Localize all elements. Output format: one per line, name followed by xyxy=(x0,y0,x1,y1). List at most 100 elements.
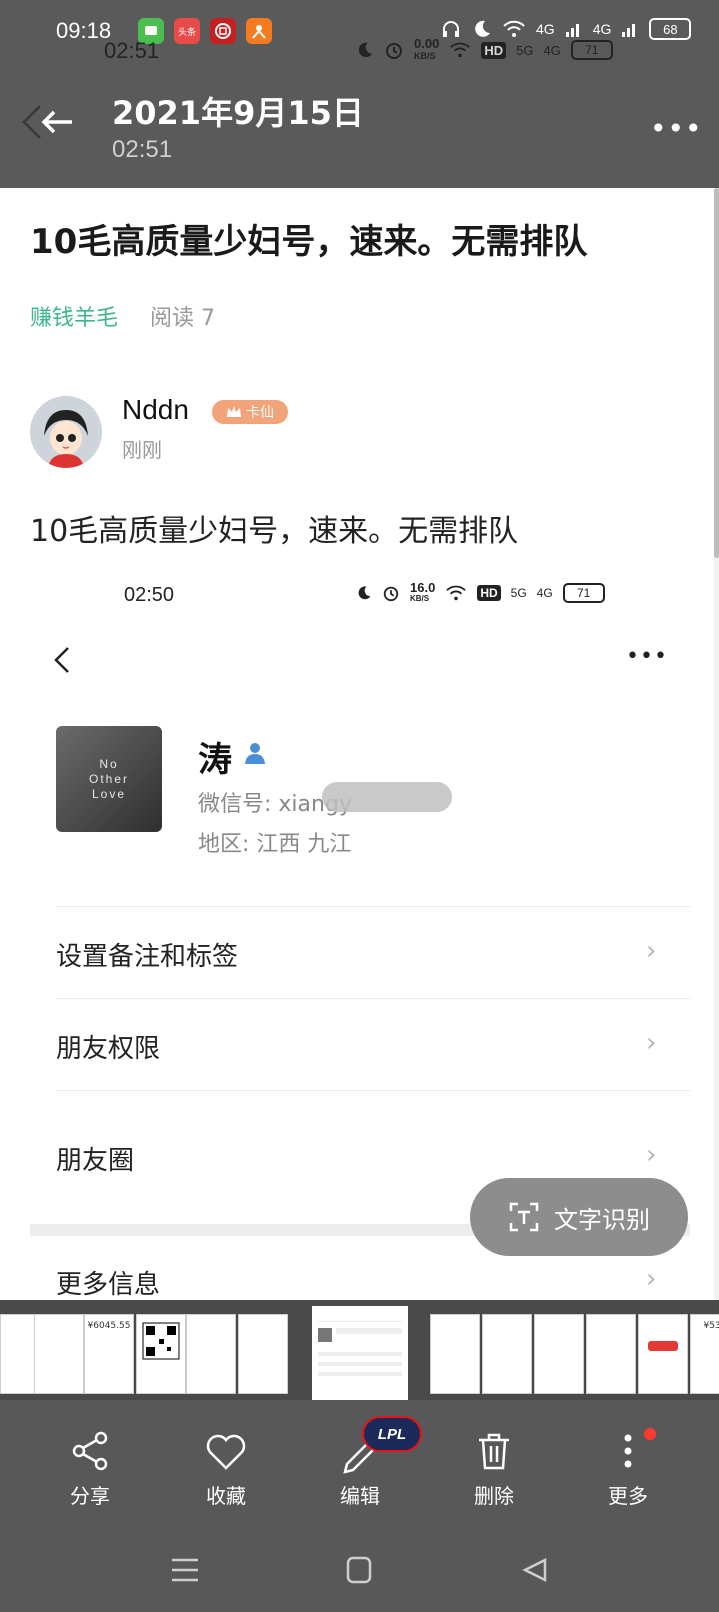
author-name[interactable]: Nddn xyxy=(122,394,189,426)
embedded-net-speed: 16.0 KB/S xyxy=(410,580,436,603)
chevron-right-icon: › xyxy=(646,1028,657,1058)
post-time: 刚刚 xyxy=(122,438,162,462)
thumbnail[interactable] xyxy=(238,1314,288,1394)
alarm-icon xyxy=(386,43,402,59)
thumbnail-selected[interactable] xyxy=(312,1306,408,1402)
home-nav-button[interactable] xyxy=(334,1548,384,1592)
moon-icon xyxy=(358,586,371,600)
favorite-label: 收藏 xyxy=(206,1484,246,1508)
favorite-button[interactable]: 收藏 xyxy=(180,1428,272,1509)
trash-icon xyxy=(479,1433,509,1470)
embedded-status-indicators: 16.0 KB/S HD 5G 4G 71 xyxy=(356,580,605,604)
edit-label: 编辑 xyxy=(340,1484,380,1508)
lpl-logo: LPL xyxy=(362,1416,422,1452)
menu-icon xyxy=(172,1558,198,1582)
thumbnail[interactable] xyxy=(136,1314,186,1394)
header-time: 02:51 xyxy=(112,136,173,163)
text-recognition-label: 文字识别 xyxy=(554,1205,650,1234)
author-badge: 卡仙 xyxy=(212,400,288,424)
status-time: 09:18 xyxy=(56,18,112,43)
row-remark-label: 设置备注和标签 xyxy=(56,942,239,972)
embedded-battery: 71 xyxy=(562,583,605,603)
net-speed: 0.00 KB/S xyxy=(414,36,440,61)
thumbnail[interactable]: ¥539 xyxy=(690,1314,719,1394)
embedded-net1: 5G xyxy=(510,586,527,600)
scrollbar-thumb[interactable] xyxy=(714,188,719,558)
thumbnail[interactable] xyxy=(186,1314,236,1394)
contact-avatar: No Other Love xyxy=(56,726,162,832)
thumbnail[interactable] xyxy=(586,1314,636,1394)
signal-icon xyxy=(622,24,636,37)
menu-nav-button[interactable] xyxy=(160,1548,210,1592)
row-moments-label: 朋友圈 xyxy=(56,1146,135,1176)
thumbnail[interactable] xyxy=(482,1314,532,1394)
thumbnail[interactable] xyxy=(34,1314,84,1394)
signal-1-label: 4G xyxy=(536,21,555,37)
contact-region: 地区: 江西 九江 xyxy=(198,832,352,857)
status-indicators: 4G 4G 68 xyxy=(440,18,692,40)
wifi-icon xyxy=(503,20,525,37)
more-label: 更多 xyxy=(608,1484,648,1508)
read-count: 阅读 7 xyxy=(150,306,215,331)
embedded-net2: 4G xyxy=(536,586,553,600)
embedded-back-icon xyxy=(52,644,72,684)
moon-icon xyxy=(475,20,490,37)
thumbnail[interactable] xyxy=(430,1314,480,1394)
article-title: 10毛高质量少妇号，速来。无需排队 xyxy=(30,222,588,262)
article-category-tag[interactable]: 赚钱羊毛 xyxy=(30,300,118,332)
row-permission-label: 朋友权限 xyxy=(56,1034,161,1064)
thumbnail[interactable]: ¥6045.55 xyxy=(84,1314,134,1394)
wifi-icon xyxy=(446,585,466,601)
chevron-right-icon: › xyxy=(646,936,657,966)
share-button[interactable]: 分享 xyxy=(44,1428,136,1509)
header-date: 2021年9月15日 xyxy=(112,94,364,132)
hd-badge: HD xyxy=(481,41,507,59)
embedded-status-time: 02:50 xyxy=(124,584,175,606)
delete-label: 删除 xyxy=(474,1484,514,1508)
home-square-icon xyxy=(346,1556,372,1584)
text-recognition-button[interactable]: 文字识别 xyxy=(470,1178,688,1256)
row-more-info-label: 更多信息 xyxy=(56,1270,161,1300)
embedded-more-icon: ••• xyxy=(626,644,668,669)
bank-app-icon xyxy=(210,18,236,44)
article-body: 10毛高质量少妇号，速来。无需排队 xyxy=(30,514,519,549)
back-nav-button[interactable] xyxy=(510,1548,560,1592)
scan-text-icon xyxy=(509,1202,539,1232)
more-options-button[interactable]: ••• xyxy=(650,112,703,145)
crown-icon xyxy=(227,406,241,417)
person-icon xyxy=(242,740,268,770)
chevron-right-icon: › xyxy=(646,1264,657,1294)
inner-status-time: 02:51 xyxy=(104,38,160,63)
share-icon xyxy=(72,1431,108,1471)
signal-2-label: 4G xyxy=(592,21,612,37)
headphones-icon xyxy=(443,21,459,37)
divider xyxy=(56,906,690,907)
contact-name: 涛 xyxy=(198,740,232,780)
blur-mask xyxy=(322,782,452,812)
share-label: 分享 xyxy=(70,1484,110,1508)
toutiao-app-icon: 头条 xyxy=(174,18,200,44)
qr-code-icon xyxy=(142,1322,180,1360)
back-triangle-icon xyxy=(522,1557,547,1583)
heart-icon xyxy=(206,1434,246,1470)
mascot-app-icon xyxy=(246,18,272,44)
back-button[interactable] xyxy=(18,100,78,150)
notification-dot xyxy=(644,1428,656,1440)
author-avatar[interactable] xyxy=(30,396,102,468)
net2-label: 4G xyxy=(543,42,561,58)
badge-label: 卡仙 xyxy=(246,405,274,421)
divider xyxy=(56,1090,690,1091)
net1-label: 5G xyxy=(516,42,534,58)
chevron-right-icon: › xyxy=(646,1140,657,1170)
signal-icon xyxy=(565,24,579,37)
delete-button[interactable]: 删除 xyxy=(448,1428,540,1509)
thumbnail[interactable] xyxy=(534,1314,584,1394)
thumbnail[interactable] xyxy=(638,1314,688,1394)
hd-badge: HD xyxy=(477,585,501,601)
more-button[interactable]: 更多 xyxy=(582,1428,674,1509)
divider xyxy=(56,998,690,999)
battery-indicator: 68 xyxy=(649,18,692,40)
alarm-icon xyxy=(383,586,399,602)
moon-icon xyxy=(358,42,373,58)
wifi-icon xyxy=(450,42,470,58)
